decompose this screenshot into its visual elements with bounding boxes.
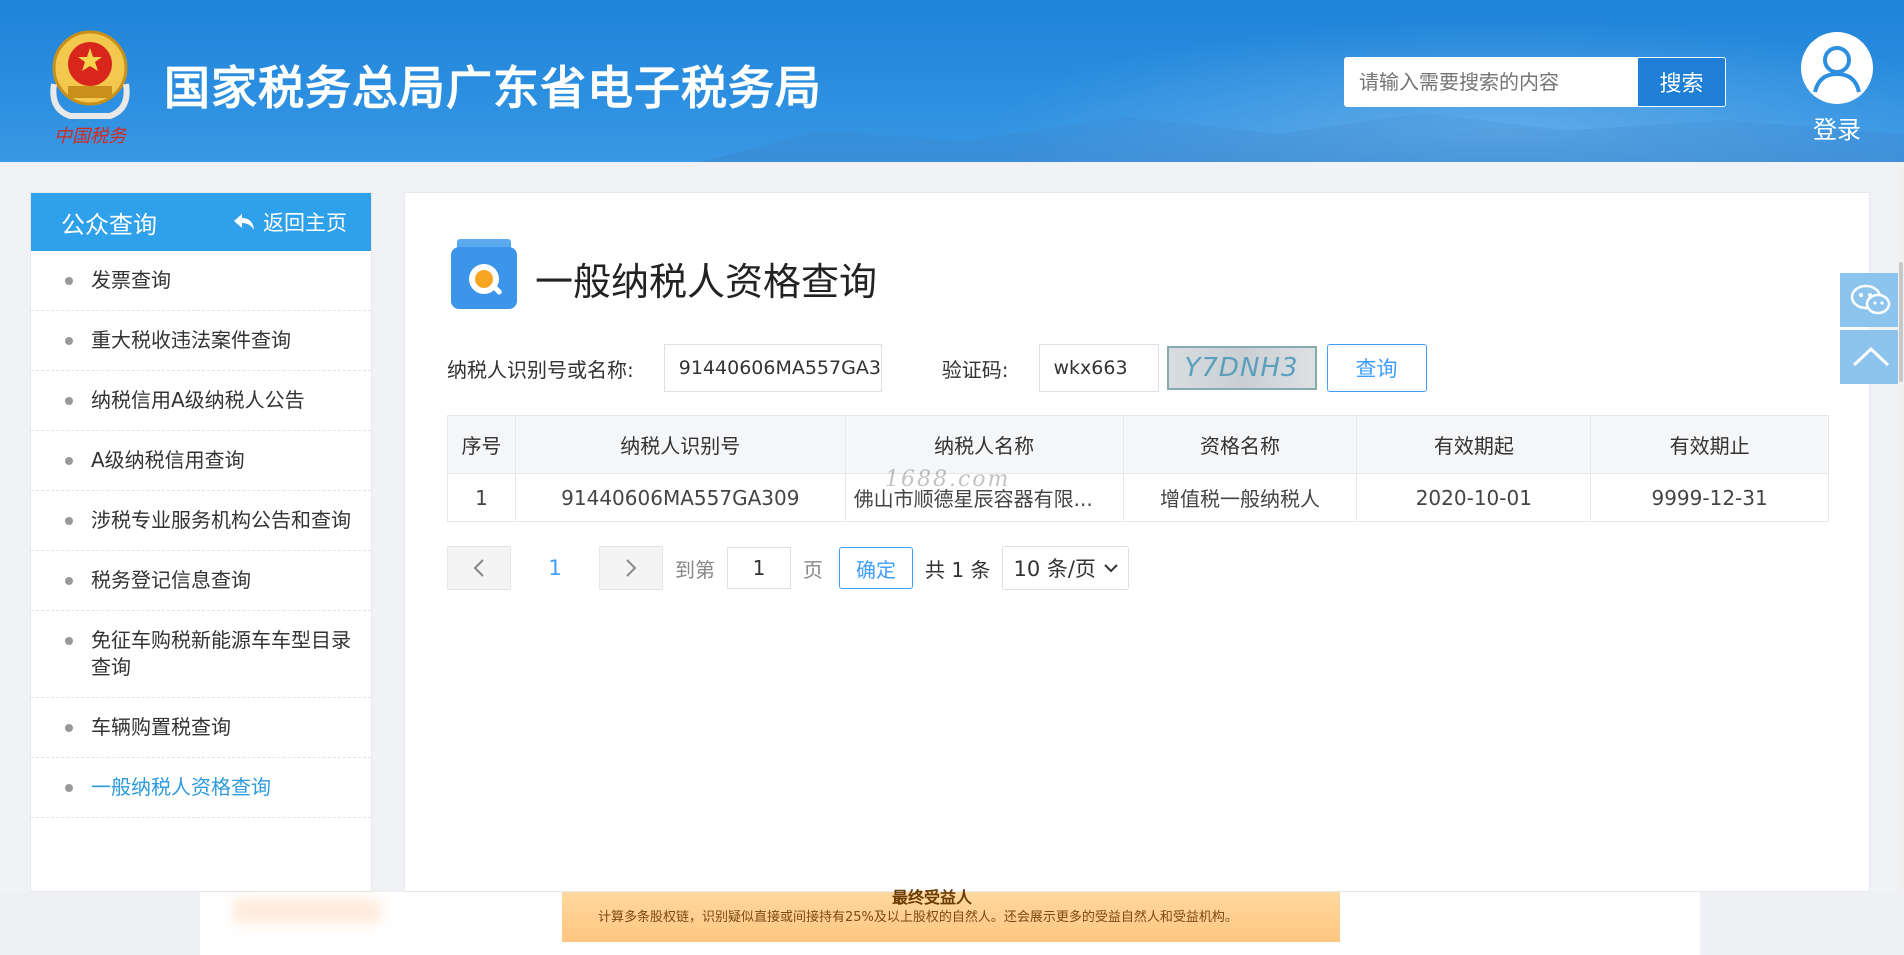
sidebar-item-a-level-credit-query[interactable]: A级纳税信用查询 [31, 431, 371, 491]
column-header-valid-to: 有效期止 [1590, 415, 1829, 474]
site-header: 中国税务 国家税务总局广东省电子税务局 搜索 登录 [0, 0, 1904, 162]
page-size-select[interactable]: 10 条/页 [1002, 546, 1129, 590]
sidebar-item-invoice-query[interactable]: 发票查询 [31, 251, 371, 311]
wechat-icon [1850, 284, 1891, 315]
sidebar-item-major-violation-query[interactable]: 重大税收违法案件查询 [31, 311, 371, 371]
taxpayer-id-label: 纳税人识别号或名称: [447, 357, 634, 382]
promo-banner[interactable]: 最终受益人 计算多条股权链，识别疑似直接或间接持有25%及以上股权的自然人。还会… [562, 888, 1340, 942]
promo-title: 最终受益人 [892, 888, 973, 907]
search-button[interactable]: 搜索 [1637, 58, 1725, 106]
main-panel: 一般纳税人资格查询 纳税人识别号或名称: 91440606MA557GA309 … [404, 192, 1870, 892]
sidebar-title: 公众查询 [61, 210, 157, 239]
blurred-decoration [232, 898, 382, 924]
wechat-float-button[interactable] [1840, 273, 1902, 327]
watermark: 1688.com [885, 467, 1011, 492]
taxpayer-id-input[interactable]: 91440606MA557GA309 [663, 344, 882, 392]
captcha-input[interactable]: wkx663 [1038, 344, 1159, 392]
chevron-down-icon [1104, 564, 1118, 573]
site-search: 搜索 [1344, 57, 1726, 107]
chevron-up-icon [1852, 346, 1890, 367]
login-label: 登录 [1813, 116, 1861, 144]
page-title: 一般纳税人资格查询 [535, 260, 878, 304]
query-form: 纳税人识别号或名称: 91440606MA557GA309 验证码: wkx66… [447, 343, 1427, 393]
page-size-value: 10 条/页 [1013, 557, 1096, 581]
user-avatar-icon [1801, 32, 1873, 104]
goto-confirm-button[interactable]: 确定 [839, 547, 913, 589]
column-header-valid-from: 有效期起 [1356, 415, 1592, 474]
back-home-label: 返回主页 [263, 211, 347, 235]
pagination: 1 到第 1 页 确定 共 1 条 10 条/页 [447, 545, 1129, 591]
chevron-right-icon [626, 559, 637, 577]
table-row: 1 91440606MA557GA309 佛山市顺德星辰容器有限... 增值税一… [447, 473, 1829, 522]
next-page-button[interactable] [599, 546, 663, 590]
chevron-left-icon [473, 559, 484, 577]
column-header-qualification: 资格名称 [1122, 415, 1358, 474]
sidebar-item-tax-service-agency[interactable]: 涉税专业服务机构公告和查询 [31, 491, 371, 551]
scrollbar-thumb[interactable] [1899, 262, 1903, 382]
table-header-row: 序号 纳税人识别号 纳税人名称 资格名称 有效期起 有效期止 [447, 415, 1829, 474]
search-document-icon [451, 239, 517, 309]
query-button[interactable]: 查询 [1326, 344, 1427, 392]
column-header-taxpayer-name: 纳税人名称 [844, 415, 1124, 474]
captcha-image[interactable]: Y7DNH3 [1166, 346, 1317, 390]
site-title: 国家税务总局广东省电子税务局 [164, 61, 822, 115]
sidebar-item-general-taxpayer-query[interactable]: 一般纳税人资格查询 [31, 758, 371, 818]
sidebar-item-vehicle-purchase-tax[interactable]: 车辆购置税查询 [31, 698, 371, 758]
return-arrow-icon [234, 214, 254, 230]
page-number[interactable]: 1 [511, 556, 599, 580]
cell-taxpayer-id: 91440606MA557GA309 [514, 473, 846, 522]
goto-label: 到第 [675, 557, 715, 582]
emblem-text: 中国税务 [54, 126, 128, 147]
sidebar-item-a-level-announcement[interactable]: 纳税信用A级纳税人公告 [31, 371, 371, 431]
total-count: 共 1 条 [925, 557, 991, 582]
result-table: 序号 纳税人识别号 纳税人名称 资格名称 有效期起 有效期止 1 9144060… [447, 415, 1829, 522]
login-button[interactable]: 登录 [1800, 32, 1874, 145]
national-emblem-logo: 中国税务 [50, 30, 130, 147]
promo-text: 计算多条股权链，识别疑似直接或间接持有25%及以上股权的自然人。还会展示更多的受… [598, 910, 1238, 925]
back-to-top-button[interactable] [1840, 330, 1902, 384]
page-unit-label: 页 [803, 557, 823, 582]
sidebar-item-new-energy-vehicle-catalog[interactable]: 免征车购税新能源车车型目录查询 [31, 611, 371, 698]
captcha-label: 验证码: [941, 357, 1009, 382]
sidebar-menu: 发票查询 重大税收违法案件查询 纳税信用A级纳税人公告 A级纳税信用查询 涉税专… [31, 251, 371, 818]
prev-page-button[interactable] [447, 546, 511, 590]
cell-index: 1 [447, 473, 516, 522]
sidebar: 公众查询 返回主页 发票查询 重大税收违法案件查询 纳税信用A级纳税人公告 A级… [30, 192, 372, 892]
column-header-index: 序号 [447, 415, 516, 474]
column-header-taxpayer-id: 纳税人识别号 [514, 415, 846, 474]
back-home-link[interactable]: 返回主页 [233, 207, 347, 237]
goto-page-input[interactable]: 1 [727, 547, 791, 589]
cell-qualification: 增值税一般纳税人 [1122, 473, 1358, 522]
cell-valid-from: 2020-10-01 [1356, 473, 1592, 522]
search-input[interactable] [1345, 58, 1637, 106]
sidebar-header: 公众查询 返回主页 [31, 193, 371, 251]
sidebar-item-tax-registration-query[interactable]: 税务登记信息查询 [31, 551, 371, 611]
cell-valid-to: 9999-12-31 [1590, 473, 1829, 522]
